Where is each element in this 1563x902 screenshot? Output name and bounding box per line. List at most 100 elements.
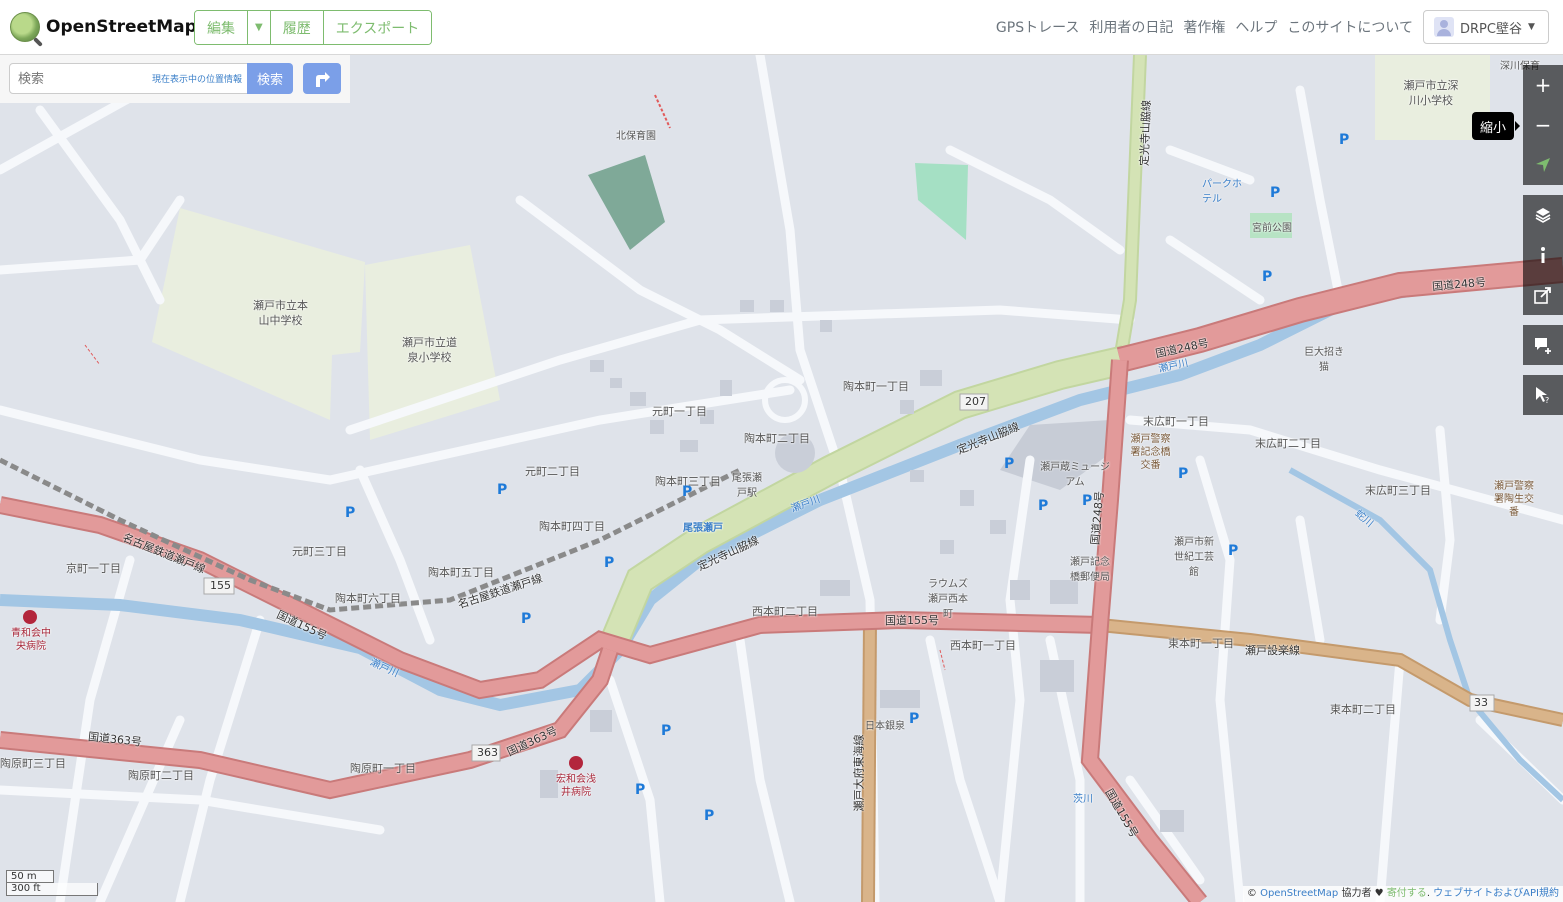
label-kyomachi1: 京町一丁目 bbox=[66, 562, 121, 575]
share-button[interactable] bbox=[1523, 275, 1563, 315]
layers-button[interactable] bbox=[1523, 195, 1563, 235]
map-tiles bbox=[0, 55, 1563, 902]
scale-metric: 50 m bbox=[6, 870, 54, 883]
hospital-icon bbox=[23, 610, 37, 624]
parking-icon: P bbox=[635, 782, 646, 798]
terms-link[interactable]: ウェブサイトおよびAPI規約 bbox=[1433, 888, 1559, 899]
zoom-in-button[interactable]: + bbox=[1523, 65, 1563, 105]
label-tohara1: 陶原町一丁目 bbox=[350, 762, 416, 775]
query-control: ? bbox=[1523, 375, 1563, 415]
svg-text:?: ? bbox=[1545, 396, 1549, 404]
parking-icon: P bbox=[1004, 456, 1015, 472]
label-kodaimaneki: 巨大招き猫 bbox=[1304, 347, 1344, 373]
label-suemachi1: 陶本町一丁目 bbox=[843, 380, 909, 393]
search-button[interactable]: 検索 bbox=[247, 63, 293, 94]
label-miyamae-park: 宮前公園 bbox=[1252, 223, 1292, 234]
zoom-out-tooltip: 縮小 bbox=[1472, 112, 1521, 140]
label-tohara2: 陶原町二丁目 bbox=[128, 769, 194, 782]
seto-ohfu-road bbox=[863, 619, 875, 902]
search-panel: 現在表示中の位置情報 検索 bbox=[0, 55, 350, 103]
label-kitahoikuen: 北保育園 bbox=[616, 131, 656, 142]
shield-207: 207 bbox=[965, 395, 986, 408]
label-seiwakai-hospital: 青和会中央病院 bbox=[11, 628, 51, 652]
scale-bar: 50 m 300 ft bbox=[6, 870, 98, 896]
osm-logo[interactable]: OpenStreetMap bbox=[10, 12, 197, 42]
directions-button[interactable] bbox=[303, 63, 341, 94]
layers-icon bbox=[1535, 208, 1551, 223]
label-suehiro1: 末広町一丁目 bbox=[1143, 415, 1209, 428]
label-shinseiki: 瀬戸市新世紀工芸館 bbox=[1174, 537, 1214, 578]
label-motomachi2: 元町二丁目 bbox=[525, 465, 580, 478]
osm-link[interactable]: OpenStreetMap bbox=[1260, 888, 1338, 899]
nav-about[interactable]: このサイトについて bbox=[1287, 17, 1413, 37]
parking-icon: P bbox=[521, 611, 532, 627]
label-police-kinenkyo: 瀬戸警察署記念橋交番 bbox=[1130, 434, 1171, 471]
label-laum: ラウムズ瀬戸西本町 bbox=[928, 579, 968, 620]
hospital-icon bbox=[569, 756, 583, 770]
parking-icon: P bbox=[1270, 185, 1281, 201]
avatar bbox=[1434, 17, 1454, 37]
parking-icon: P bbox=[604, 555, 615, 571]
history-button[interactable]: 履歴 bbox=[270, 11, 324, 44]
scale-imperial: 300 ft bbox=[6, 883, 98, 896]
label-police-tosei: 瀬戸警察署陶生交番 bbox=[1494, 481, 1534, 518]
map-panel-controls bbox=[1523, 195, 1563, 315]
shield-33: 33 bbox=[1474, 696, 1488, 709]
query-cursor-icon: ? bbox=[1536, 387, 1549, 404]
user-name: DRPC壁谷 bbox=[1460, 21, 1522, 37]
nav-gps-traces[interactable]: GPSトレース bbox=[996, 17, 1079, 37]
search-input[interactable] bbox=[10, 64, 140, 95]
site-title: OpenStreetMap bbox=[46, 17, 197, 37]
where-am-i-link[interactable]: 現在表示中の位置情報 bbox=[152, 72, 242, 85]
label-suemachi4: 陶本町四丁目 bbox=[539, 520, 605, 533]
map-canvas[interactable]: 155 207 363 33 北保育園 瀬戸市立本山中学校 瀬戸市立道泉小学校 … bbox=[0, 55, 1563, 902]
parking-icon: P bbox=[1038, 498, 1049, 514]
heart-icon: ♥ bbox=[1374, 888, 1384, 899]
user-menu-button[interactable]: DRPC壁谷 ▼ bbox=[1423, 10, 1549, 44]
parking-icon: P bbox=[345, 505, 356, 521]
top-navbar: OpenStreetMap 編集 ▼ 履歴 エクスポート GPSトレース 利用者… bbox=[0, 0, 1563, 55]
parking-icon: P bbox=[1262, 269, 1273, 285]
label-owari-seto-station: 尾張瀬戸駅 bbox=[732, 473, 762, 499]
zoom-controls: + − bbox=[1523, 65, 1563, 185]
label-park-hotel: パークホテル bbox=[1202, 179, 1242, 205]
zoom-out-button[interactable]: − bbox=[1523, 105, 1563, 145]
locate-me-button[interactable] bbox=[1523, 145, 1563, 185]
nav-user-diaries[interactable]: 利用者の日記 bbox=[1089, 17, 1173, 37]
parking-icon: P bbox=[682, 484, 693, 500]
nav-copyright[interactable]: 著作権 bbox=[1183, 17, 1225, 37]
label-higashihonmachi1: 東本町一丁目 bbox=[1168, 637, 1234, 650]
export-button[interactable]: エクスポート bbox=[323, 11, 432, 44]
label-higashihonmachi2: 東本町二丁目 bbox=[1330, 703, 1396, 716]
label-suemachi5: 陶本町五丁目 bbox=[428, 566, 494, 579]
edit-button[interactable]: 編集 bbox=[195, 11, 248, 44]
edit-button-group: 編集 ▼ 履歴 エクスポート bbox=[194, 10, 433, 45]
label-kinenkyo-post: 瀬戸記念橋郵便局 bbox=[1070, 557, 1110, 583]
donate-link[interactable]: 寄付する bbox=[1387, 888, 1427, 899]
add-note-icon bbox=[1535, 338, 1551, 354]
parking-icon: P bbox=[1082, 493, 1093, 509]
label-suehiro2: 末広町二丁目 bbox=[1255, 437, 1321, 450]
edit-dropdown-caret-icon[interactable]: ▼ bbox=[248, 11, 271, 44]
label-motomachi1: 元町一丁目 bbox=[652, 405, 707, 418]
secondary-nav: GPSトレース 利用者の日記 著作権 ヘルプ このサイトについて bbox=[996, 17, 1413, 37]
label-nihonginko: 日本銀泉 bbox=[865, 721, 905, 732]
label-fukagawa-school: 瀬戸市立深川小学校 bbox=[1403, 79, 1459, 107]
label-shiokawa: 茨川 bbox=[1073, 794, 1093, 805]
label-owari-seto: 尾張瀬戸 bbox=[683, 523, 723, 534]
map-key-button[interactable] bbox=[1523, 235, 1563, 275]
parking-icon: P bbox=[1178, 466, 1189, 482]
search-field-wrapper: 現在表示中の位置情報 bbox=[9, 63, 249, 95]
label-suemachi2: 陶本町二丁目 bbox=[744, 432, 810, 445]
copyright-symbol: © bbox=[1246, 888, 1257, 899]
add-note-button[interactable] bbox=[1523, 325, 1563, 365]
contributors-text: 協力者 bbox=[1341, 888, 1372, 899]
label-dosen-school: 瀬戸市立道泉小学校 bbox=[402, 336, 457, 364]
info-icon bbox=[1541, 247, 1545, 263]
parking-icon: P bbox=[661, 723, 672, 739]
query-features-button[interactable]: ? bbox=[1523, 375, 1563, 415]
label-seto-shitara: 瀬戸設楽線 bbox=[1245, 644, 1300, 657]
label-setogura: 瀬戸蔵ミュージアム bbox=[1040, 462, 1110, 488]
nav-help[interactable]: ヘルプ bbox=[1235, 17, 1277, 37]
shield-363: 363 bbox=[477, 746, 498, 759]
